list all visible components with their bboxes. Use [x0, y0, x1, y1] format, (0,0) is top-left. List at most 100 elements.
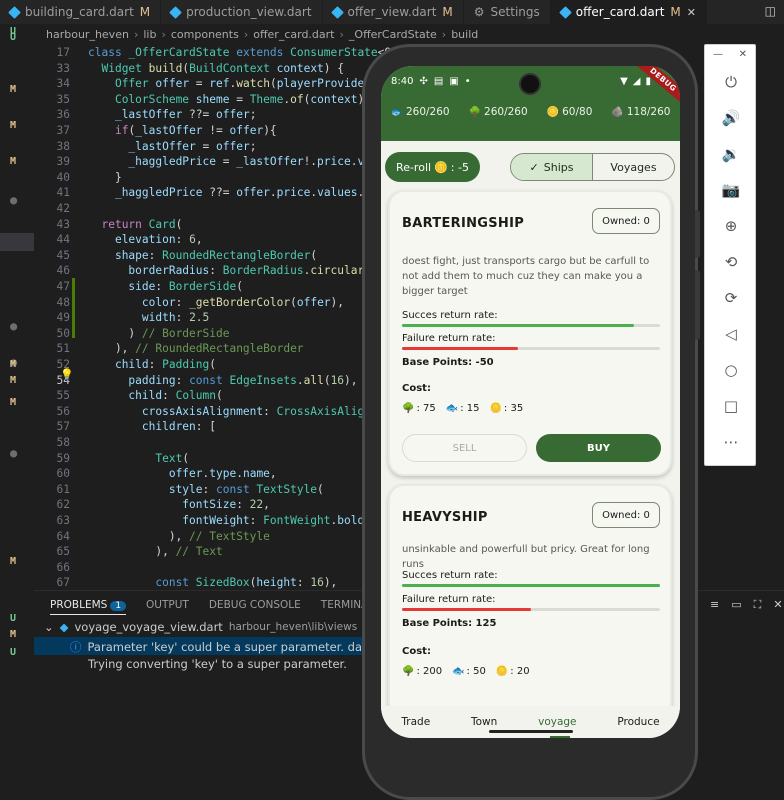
code-line[interactable]: 38 _lastOffer = offer; [34, 139, 374, 155]
breadcrumb-item[interactable]: harbour_heven [46, 28, 129, 41]
code-line[interactable]: 60 offer.type.name, [34, 466, 374, 482]
nav-item-town[interactable]: Town [471, 716, 497, 728]
panel-tab[interactable]: OUTPUT [146, 599, 189, 615]
problem-file-row[interactable]: ⌄ ◆ voyage_voyage_view.dart harbour_heve… [44, 620, 380, 634]
code-token: . [269, 186, 277, 200]
code-line[interactable]: 51 ), // RoundedRectangleBorder [34, 341, 374, 357]
code-line[interactable]: 40 } [34, 170, 374, 186]
code-line[interactable]: 59 Text( [34, 451, 374, 467]
volume-down-icon[interactable]: 🔉 [705, 136, 757, 172]
code-line[interactable]: 63 fontWeight: FontWeight.bold, [34, 513, 374, 529]
code-line[interactable]: 54 padding: const EdgeInsets.all(16), [34, 373, 374, 389]
lightbulb-icon[interactable]: 💡 [60, 368, 74, 381]
offer-title: BARTERINGSHIP [402, 216, 525, 231]
maximize-icon[interactable]: ⛶ [754, 598, 762, 612]
tab-voyages[interactable]: Voyages [593, 154, 674, 180]
back-icon[interactable]: ◁ [705, 316, 757, 352]
code-line[interactable]: 34 Offer offer = ref.watch(playerProvide… [34, 76, 378, 92]
tab-ships[interactable]: ✓ Ships [511, 154, 593, 180]
zoom-icon[interactable]: ⊕ [705, 208, 757, 244]
rotate-left-icon[interactable]: ⟲ [705, 244, 757, 280]
breadcrumb-item[interactable]: _OfferCardState [349, 28, 437, 41]
more-icon[interactable]: ⋯ [705, 424, 757, 460]
gesture-home-bar[interactable] [489, 730, 573, 733]
power-icon[interactable]: ⏻ [705, 64, 757, 100]
code-line[interactable]: 47 side: BorderSide( [34, 279, 374, 295]
line-number: 42 [56, 202, 70, 215]
code-token: ColorScheme [114, 92, 196, 106]
code-line[interactable]: 35 ColorScheme sheme = Theme.of(context)… [34, 92, 378, 108]
fish-icon: 🐟 [452, 666, 465, 677]
code-line[interactable]: 64 ), // TextStyle [34, 529, 374, 545]
code-line[interactable]: 37 if(_lastOffer != offer){ [34, 123, 374, 139]
nav-item-voyage[interactable]: voyage [538, 716, 576, 728]
code-line[interactable]: 39 _haggledPrice = _lastOffer!.price.val [34, 154, 378, 170]
breadcrumb-item[interactable]: lib [143, 28, 156, 41]
dart-file-icon: ◆ [59, 620, 69, 634]
code-line[interactable]: 41 _haggledPrice ??= offer.price.values.… [34, 185, 378, 201]
filter-icon[interactable]: ≡ [710, 598, 719, 612]
code-line[interactable]: 36 _lastOffer ??= offer; [34, 107, 374, 123]
home-icon[interactable]: ○ [705, 352, 757, 388]
bottom-nav: Trade Town voyage Produce [381, 706, 680, 738]
code-line[interactable]: 57 children: [ [34, 419, 374, 435]
rotate-right-icon[interactable]: ⟳ [705, 280, 757, 316]
code-line[interactable]: 52 child: Padding( [34, 357, 374, 373]
breadcrumb-item[interactable]: offer_card.dart [253, 28, 334, 41]
buy-button[interactable]: BUY [536, 434, 661, 462]
editor-tab[interactable]: production_view.dart [161, 0, 323, 24]
code-line[interactable]: 65 ), // Text [34, 544, 374, 560]
code-line[interactable]: 43 return Card( [34, 217, 374, 233]
code-token: , [269, 467, 277, 481]
close-panel-icon[interactable]: ✕ [773, 598, 782, 612]
code-line[interactable]: 17 class _OfferCardState extends Consumer… [34, 45, 405, 61]
code-line[interactable]: 33 Widget build(BuildContext context) { [34, 61, 374, 77]
breadcrumb-item[interactable]: build [451, 28, 478, 41]
code-line[interactable]: 46 borderRadius: BorderRadius.circular(1… [34, 263, 392, 279]
code-line[interactable]: 58 [34, 435, 374, 451]
git-status-marker: ● [10, 319, 18, 333]
gear-icon: ⚙ [473, 5, 485, 19]
volume-up-icon[interactable]: 🔊 [705, 100, 757, 136]
collapse-icon[interactable]: ▭ [731, 598, 741, 612]
breadcrumb-item[interactable]: components [171, 28, 239, 41]
code-line[interactable]: 55 child: Column( [34, 388, 374, 404]
code-line[interactable]: 44 elevation: 6, [34, 232, 374, 248]
code-line[interactable]: 61 style: const TextStyle( [34, 482, 374, 498]
code-line[interactable]: 48 color: _getBorderColor(offer), [34, 295, 374, 311]
code-editor[interactable]: 17 class _OfferCardState extends Consumer… [34, 44, 405, 591]
panel-tab[interactable]: PROBLEMS 1 [50, 599, 127, 615]
editor-tab[interactable]: ⚙ Settings [464, 0, 551, 24]
code-line[interactable]: 67 const SizedBox(height: 16), [34, 575, 374, 591]
panel-tab[interactable]: DEBUG CONSOLE [209, 599, 301, 615]
code-token: Theme [249, 92, 284, 106]
split-editor-icon[interactable]: ◫ [765, 4, 776, 18]
code-line[interactable]: 56 crossAxisAlignment: CrossAxisAlignmen [34, 404, 392, 420]
close-icon[interactable]: ✕ [739, 49, 747, 60]
close-icon[interactable]: ✕ [687, 6, 696, 19]
editor-tab[interactable]: building_card.dart M [0, 0, 162, 24]
code-token: 22 [249, 498, 264, 512]
minimize-icon[interactable]: — [713, 49, 723, 60]
camera-icon[interactable]: 📷 [705, 172, 757, 208]
nav-item-trade[interactable]: Trade [401, 716, 430, 728]
editor-tab[interactable]: offer_card.dart M ✕ [550, 0, 707, 24]
code-line[interactable]: 62 fontSize: 22, [34, 497, 374, 513]
code-line[interactable]: 42 [34, 201, 374, 217]
sell-button[interactable]: SELL [402, 434, 527, 462]
overview-icon[interactable]: □ [705, 388, 757, 424]
reroll-cost: : -5 [450, 160, 469, 174]
code-line[interactable]: 45 shape: RoundedRectangleBorder( [34, 248, 374, 264]
editor-tab-bar: building_card.dart Mproduction_view.dart o… [0, 0, 784, 24]
code-token: crossAxisAlignment [141, 404, 264, 418]
reroll-button[interactable]: Re-roll 🪙 : -5 [385, 152, 480, 182]
code-token: ){ [263, 124, 277, 137]
code-line[interactable]: 49 width: 2.5 [34, 310, 374, 326]
cost-item: 🪙: 20 [496, 666, 530, 677]
code-line[interactable]: 66 [34, 560, 374, 576]
nav-item-produce[interactable]: Produce [617, 716, 659, 728]
code-line[interactable]: 50 ) // BorderSide [34, 326, 374, 342]
editor-tab[interactable]: offer_view.dart M [323, 0, 464, 24]
